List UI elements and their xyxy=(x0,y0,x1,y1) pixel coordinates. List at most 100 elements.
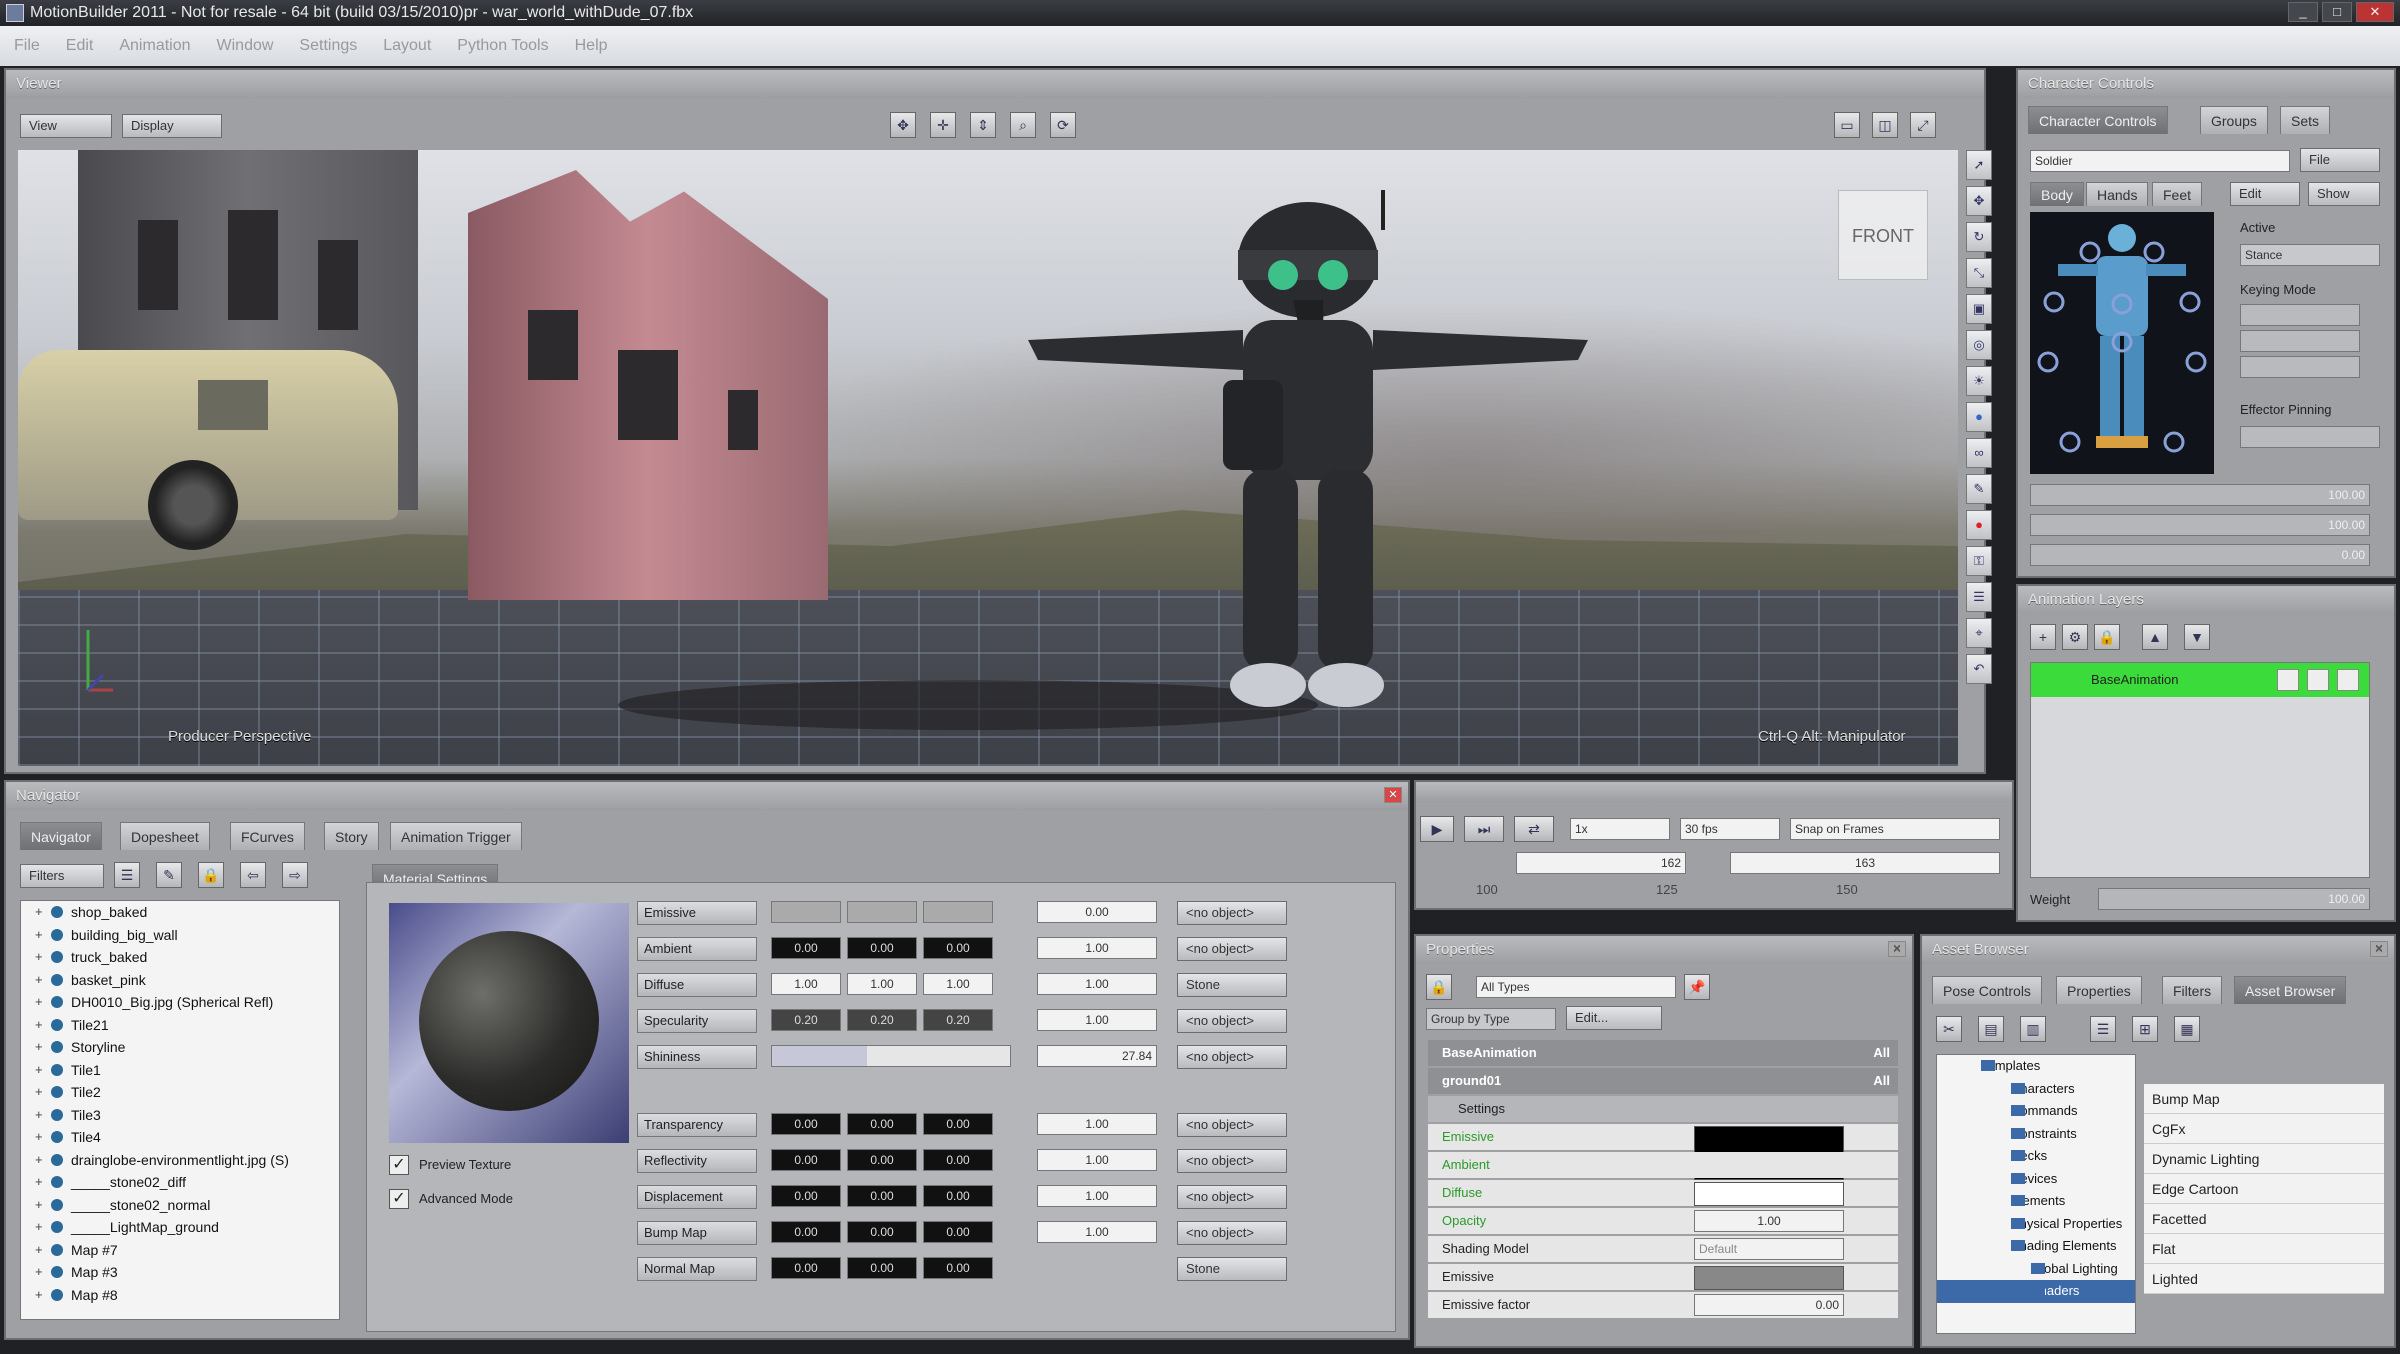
tree-item[interactable]: _____stone02_diff xyxy=(21,1171,339,1194)
record-icon[interactable]: ● xyxy=(1966,510,1992,540)
keying-mode-option-3[interactable] xyxy=(2240,356,2360,378)
color-b[interactable]: 0.00 xyxy=(923,937,993,959)
select-tool-icon[interactable]: ➚ xyxy=(1966,150,1992,180)
close-button[interactable]: ✕ xyxy=(2356,2,2394,22)
color-g[interactable]: 0.00 xyxy=(847,1221,917,1243)
texture-slot[interactable]: <no object> xyxy=(1177,1009,1287,1033)
tree-item[interactable]: Tile1 xyxy=(21,1059,339,1082)
color-b[interactable]: 0.20 xyxy=(923,1009,993,1031)
color-b[interactable]: 0.00 xyxy=(923,1257,993,1279)
section-baseanimation[interactable]: BaseAnimation All xyxy=(1428,1040,1898,1066)
asset-tool-icon-3[interactable]: ▥ xyxy=(2020,1016,2046,1042)
factor-value[interactable]: 1.00 xyxy=(1037,1221,1157,1243)
asset-tree-item[interactable]: Commands xyxy=(1937,1100,2135,1123)
menu-settings[interactable]: Settings xyxy=(299,37,357,55)
key-tool-icon[interactable]: ⚿ xyxy=(1966,546,1992,576)
emissive-factor-value[interactable]: 0.00 xyxy=(1694,1294,1844,1316)
edit-button[interactable]: Edit xyxy=(2230,182,2300,206)
pivot-tool-icon[interactable]: ◎ xyxy=(1966,330,1992,360)
camera-icon[interactable]: ◫ xyxy=(1872,112,1898,138)
menu-animation[interactable]: Animation xyxy=(119,37,190,55)
tab-dopesheet[interactable]: Dopesheet xyxy=(120,822,210,850)
shininess-slider[interactable] xyxy=(771,1045,1011,1067)
file-button[interactable]: File xyxy=(2300,148,2380,172)
dolly-icon[interactable]: ⇕ xyxy=(970,112,996,138)
weight-slider[interactable]: 100.00 xyxy=(2098,888,2370,910)
asset-tree-item[interactable]: Shading Elements xyxy=(1937,1235,2135,1258)
color-r[interactable]: 0.20 xyxy=(771,1009,841,1031)
effector-pinning-buttons[interactable] xyxy=(2240,426,2380,448)
light-tool-icon[interactable]: ☀ xyxy=(1966,366,1992,396)
tree-item[interactable]: _____stone02_normal xyxy=(21,1194,339,1217)
tab-properties[interactable]: Properties xyxy=(2056,976,2142,1004)
factor-value[interactable]: 1.00 xyxy=(1037,1009,1157,1031)
show-button[interactable]: Show xyxy=(2308,182,2380,206)
color-r[interactable]: 0.00 xyxy=(771,1221,841,1243)
layer-lock-icon[interactable] xyxy=(2337,669,2359,691)
goto-end-icon[interactable]: ⏭ xyxy=(1464,816,1504,842)
asset-tree[interactable]: Templates Characters Commands Constraint… xyxy=(1936,1054,2136,1334)
tab-pose-controls[interactable]: Pose Controls xyxy=(1932,976,2042,1004)
current-frame-field[interactable]: 162 xyxy=(1516,852,1686,874)
tree-item[interactable]: shop_baked xyxy=(21,901,339,924)
settings-group[interactable]: Settings xyxy=(1428,1096,1898,1122)
factor-value[interactable]: 0.00 xyxy=(1037,901,1157,923)
asset-list-item[interactable]: Lighted xyxy=(2144,1264,2384,1294)
zoom-icon[interactable]: ⌕ xyxy=(1010,112,1036,138)
preview-texture-checkbox[interactable]: ✓ xyxy=(389,1155,409,1175)
play-icon[interactable]: ▶ xyxy=(1420,816,1454,842)
color-g[interactable]: 0.20 xyxy=(847,1009,917,1031)
color-b[interactable]: 0.00 xyxy=(923,1149,993,1171)
color-g[interactable]: 0.00 xyxy=(847,1257,917,1279)
properties-close-icon[interactable]: ✕ xyxy=(1888,941,1906,957)
tree-item[interactable]: Map #7 xyxy=(21,1239,339,1262)
pen-tool-icon[interactable]: ✎ xyxy=(1966,474,1992,504)
menu-window[interactable]: Window xyxy=(217,37,274,55)
opacity-value[interactable]: 1.00 xyxy=(1694,1210,1844,1232)
factor-value[interactable]: 1.00 xyxy=(1037,1185,1157,1207)
scale-tool-icon[interactable]: ⤡ xyxy=(1966,258,1992,288)
asset-list-item[interactable]: CgFx xyxy=(2144,1114,2384,1144)
tab-feet[interactable]: Feet xyxy=(2152,182,2203,206)
color-g[interactable]: 0.00 xyxy=(847,1185,917,1207)
asset-tree-item[interactable]: Elements xyxy=(1937,1190,2135,1213)
tab-animation-trigger[interactable]: Animation Trigger xyxy=(390,822,522,850)
color-g[interactable]: 0.00 xyxy=(847,937,917,959)
minimize-button[interactable]: _ xyxy=(2288,2,2318,22)
display-menu-button[interactable]: Display xyxy=(122,114,222,138)
color-r[interactable]: 0.00 xyxy=(771,1149,841,1171)
tree-item[interactable]: truck_baked xyxy=(21,946,339,969)
tab-filters[interactable]: Filters xyxy=(2162,976,2223,1004)
tree-item[interactable]: Storyline xyxy=(21,1036,339,1059)
factor-value[interactable]: 1.00 xyxy=(1037,1149,1157,1171)
texture-slot[interactable]: <no object> xyxy=(1177,937,1287,961)
tree-item[interactable]: Tile3 xyxy=(21,1104,339,1127)
factor-value[interactable]: 1.00 xyxy=(1037,937,1157,959)
reach-slider-3[interactable]: 0.00 xyxy=(2030,544,2370,566)
tab-story[interactable]: Story xyxy=(324,822,379,850)
loop-icon[interactable]: ⇄ xyxy=(1514,816,1554,842)
color-g[interactable]: 1.00 xyxy=(847,973,917,995)
layer-options-icon[interactable]: ⚙ xyxy=(2062,624,2088,650)
asset-tree-item[interactable]: Decks xyxy=(1937,1145,2135,1168)
character-figure-view[interactable] xyxy=(2030,212,2214,474)
asset-browser-close-icon[interactable]: ✕ xyxy=(2370,941,2388,957)
tree-item[interactable]: Map #8 xyxy=(21,1284,339,1307)
pan-icon[interactable]: ✥ xyxy=(890,112,916,138)
filters-button[interactable]: Filters xyxy=(20,864,104,888)
prop-ambient[interactable]: Ambient xyxy=(1428,1152,1898,1178)
tree-item[interactable]: Map #3 xyxy=(21,1261,339,1284)
move-icon[interactable]: ✛ xyxy=(930,112,956,138)
asset-tool-icon-6[interactable]: ▦ xyxy=(2174,1016,2200,1042)
color-b[interactable]: 0.00 xyxy=(923,1221,993,1243)
tab-navigator[interactable]: Navigator xyxy=(20,822,102,850)
navigator-close-icon[interactable]: ✕ xyxy=(1384,787,1402,803)
reach-slider-2[interactable]: 100.00 xyxy=(2030,514,2370,536)
asset-tree-item[interactable]: Characters xyxy=(1937,1078,2135,1101)
asset-tree-item[interactable]: Global Lighting xyxy=(1937,1258,2135,1281)
tab-hands[interactable]: Hands xyxy=(2086,182,2149,206)
nav-list-icon[interactable]: ☰ xyxy=(114,862,140,888)
color-b[interactable]: 0.00 xyxy=(923,1113,993,1135)
asset-list-item[interactable]: Facetted xyxy=(2144,1204,2384,1234)
menu-help[interactable]: Help xyxy=(575,37,608,55)
